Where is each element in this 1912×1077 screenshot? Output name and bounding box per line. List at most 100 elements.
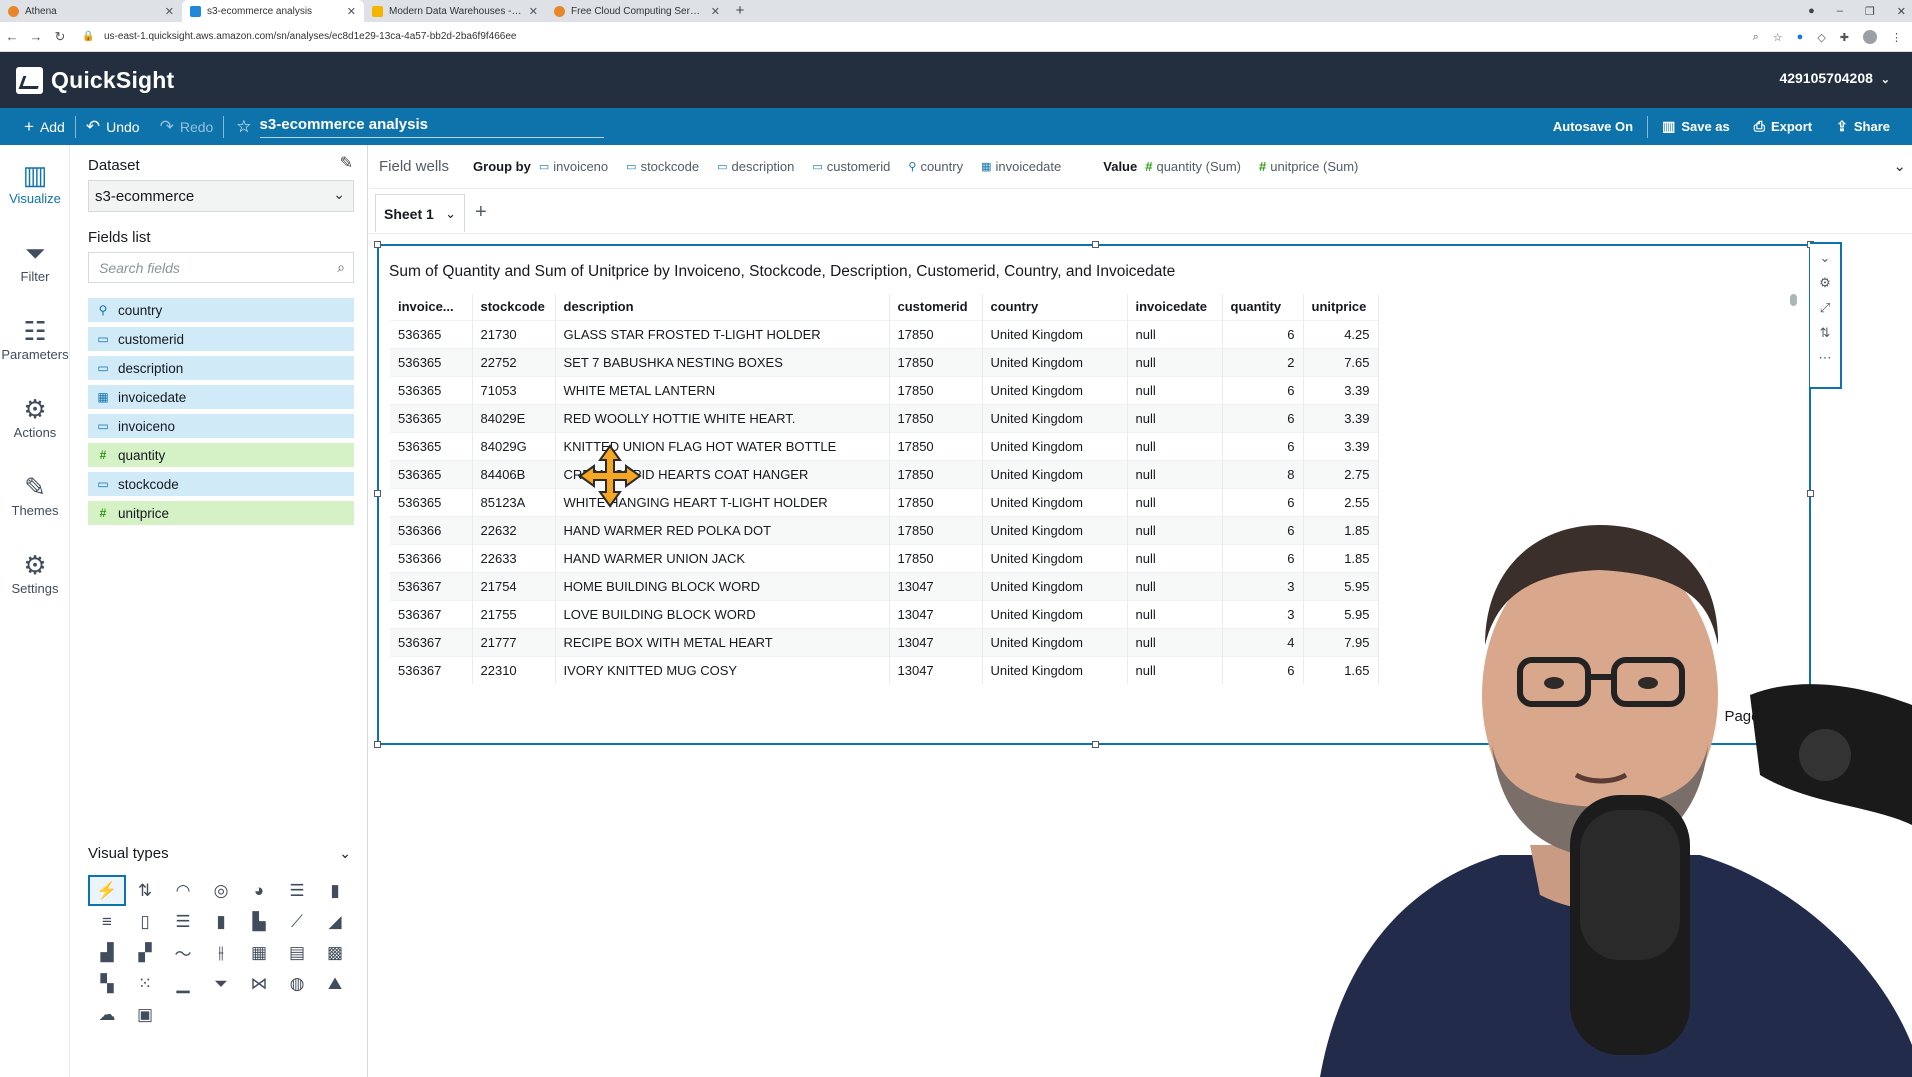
group-by-chip[interactable]: ▭ customerid xyxy=(812,159,890,174)
field-item-invoiceno[interactable]: ▭ invoiceno xyxy=(88,414,354,438)
table-row[interactable]: 536365 21730 GLASS STAR FROSTED T-LIGHT … xyxy=(390,319,1379,348)
column-header-description[interactable]: description xyxy=(555,294,890,320)
group-by-chip[interactable]: ▭ stockcode xyxy=(626,159,699,174)
kpi-icon[interactable]: ⇅ xyxy=(126,875,164,906)
column-header-unitprice[interactable]: unitprice xyxy=(1303,294,1379,320)
close-tab-icon[interactable]: ✕ xyxy=(165,5,174,18)
zoom-icon[interactable]: ⌕ xyxy=(1753,31,1759,44)
pencil-icon[interactable]: ✎ xyxy=(340,153,353,173)
chevron-down-icon[interactable]: ⌄ xyxy=(445,206,456,222)
insight-icon[interactable]: ▣ xyxy=(126,999,164,1030)
combo-chart-icon[interactable]: ▟ xyxy=(88,937,126,968)
field-item-unitprice[interactable]: # unitprice xyxy=(88,501,354,525)
lock-icon[interactable]: 🔒 xyxy=(82,31,94,42)
bookmark-star-icon[interactable]: ☆ xyxy=(1773,31,1783,44)
browser-menu-icon[interactable]: ⋮ xyxy=(1891,31,1902,44)
search-icon[interactable]: ⌕ xyxy=(337,259,345,276)
filled-map-icon[interactable]: ⛰ xyxy=(316,968,354,999)
collapse-chevron-icon[interactable]: ⌄ xyxy=(1820,250,1831,266)
table-row[interactable]: 536365 71053 WHITE METAL LANTERN 17850 U… xyxy=(390,375,1379,404)
field-item-invoicedate[interactable]: ▦ invoicedate xyxy=(88,385,354,409)
chevron-down-icon[interactable]: ⌄ xyxy=(1893,157,1906,175)
analysis-title-field[interactable]: s3-ecommerce analysis xyxy=(259,116,604,138)
browser-tab-docs[interactable]: Modern Data Warehouses - Goo ✕ xyxy=(364,0,546,22)
stacked-column-icon[interactable]: ▮ xyxy=(202,906,240,937)
field-item-description[interactable]: ▭ description xyxy=(88,356,354,380)
autograph-icon[interactable]: ⚡ xyxy=(88,875,126,906)
quicksight-logo-icon[interactable] xyxy=(16,66,43,94)
close-tab-icon[interactable]: ✕ xyxy=(711,5,720,18)
rail-item-parameters[interactable]: ☷ Parameters xyxy=(0,315,70,362)
add-button[interactable]: + Add xyxy=(14,108,75,145)
column-header-invoiceno[interactable]: invoice... xyxy=(390,294,473,320)
vertical-scrollbar[interactable] xyxy=(1790,294,1797,306)
table-row[interactable]: 536366 22632 HAND WARMER RED POLKA DOT 1… xyxy=(390,515,1379,544)
heat-map-icon[interactable]: ▩ xyxy=(316,937,354,968)
expand-icon[interactable]: ⤢ xyxy=(1820,300,1830,316)
value-chip[interactable]: # unitprice (Sum) xyxy=(1259,159,1358,174)
column-header-country[interactable]: country xyxy=(982,294,1128,320)
save-as-button[interactable]: ▥ Save as xyxy=(1652,108,1740,145)
histogram-icon[interactable]: ▁ xyxy=(164,968,202,999)
table-row[interactable]: 536367 21755 LOVE BUILDING BLOCK WORD 13… xyxy=(390,599,1379,628)
minimize-icon[interactable]: – xyxy=(1837,5,1843,17)
undo-button[interactable]: ↶ Undo xyxy=(76,108,150,145)
geo-map-icon[interactable]: ◍ xyxy=(278,968,316,999)
table-icon[interactable]: ▤ xyxy=(278,937,316,968)
field-item-stockcode[interactable]: ▭ stockcode xyxy=(88,472,354,496)
url-field[interactable]: us-east-1.quicksight.aws.amazon.com/sn/a… xyxy=(104,31,516,42)
close-tab-icon[interactable]: ✕ xyxy=(529,5,538,18)
table-row[interactable]: 536366 22633 HAND WARMER UNION JACK 1785… xyxy=(390,543,1379,572)
window-close-icon[interactable]: ✕ xyxy=(1897,5,1906,18)
chevron-down-icon[interactable]: ⌄ xyxy=(339,845,351,862)
puzzle-icon[interactable]: ✚ xyxy=(1840,31,1849,44)
visual-title[interactable]: Sum of Quantity and Sum of Unitprice by … xyxy=(389,263,1175,281)
extension-icon[interactable]: ● xyxy=(1797,31,1804,43)
profile-dot-icon[interactable]: ● xyxy=(1808,5,1815,17)
waterfall-icon[interactable]: ▙ xyxy=(240,906,278,937)
rail-item-settings[interactable]: ⚙ Settings xyxy=(0,549,70,596)
shield-icon[interactable]: ◇ xyxy=(1817,31,1825,44)
rail-item-themes[interactable]: ✎ Themes xyxy=(0,471,70,518)
table-row[interactable]: 536365 84406B CREAM CUPID HEARTS COAT HA… xyxy=(390,459,1379,488)
favorite-star-icon[interactable]: ☆ xyxy=(236,117,251,137)
donut-icon[interactable]: ◎ xyxy=(202,875,240,906)
table-row[interactable]: 536367 21777 RECIPE BOX WITH METAL HEART… xyxy=(390,627,1379,656)
table-row[interactable]: 536365 22752 SET 7 BABUSHKA NESTING BOXE… xyxy=(390,347,1379,376)
pivot-table-icon[interactable]: ▦ xyxy=(240,937,278,968)
rail-item-visualize[interactable]: ▥ Visualize xyxy=(0,159,70,206)
group-by-chip[interactable]: ▭ invoiceno xyxy=(539,159,608,174)
table-row[interactable]: 536365 85123A WHITE HANGING HEART T-LIGH… xyxy=(390,487,1379,516)
table-row[interactable]: 536367 22310 IVORY KNITTED MUG COSY 1304… xyxy=(390,655,1379,684)
field-item-country[interactable]: ⚲ country xyxy=(88,298,354,322)
resize-handle[interactable] xyxy=(374,241,381,248)
funnel-chart-icon[interactable]: ⏷ xyxy=(202,968,240,999)
export-button[interactable]: ⎙ Export xyxy=(1744,108,1822,145)
forward-icon[interactable]: → xyxy=(24,29,48,44)
browser-tab-aws[interactable]: Free Cloud Computing Services ✕ xyxy=(546,0,728,22)
restore-icon[interactable]: ❐ xyxy=(1865,5,1875,18)
back-icon[interactable]: ← xyxy=(0,29,24,44)
share-button[interactable]: ⇪ Share xyxy=(1826,108,1900,145)
table-row[interactable]: 536365 84029E RED WOOLLY HOTTIE WHITE HE… xyxy=(390,403,1379,432)
add-sheet-button[interactable]: + xyxy=(475,201,487,224)
tab-sheet-1[interactable]: Sheet 1 ⌄ xyxy=(375,194,465,232)
column-header-stockcode[interactable]: stockcode xyxy=(472,294,556,320)
rail-item-filter[interactable]: ⏷ Filter xyxy=(0,237,70,284)
column-header-customerid[interactable]: customerid xyxy=(889,294,983,320)
box-plot-icon[interactable]: ⫲ xyxy=(202,937,240,968)
resize-handle[interactable] xyxy=(374,741,381,748)
group-by-chip[interactable]: ⚲ country xyxy=(908,159,963,174)
clustered-column-icon[interactable]: ▯ xyxy=(126,906,164,937)
value-chip[interactable]: # quantity (Sum) xyxy=(1145,159,1241,174)
field-wells-label[interactable]: Field wells xyxy=(379,158,449,175)
resize-handle[interactable] xyxy=(374,490,381,497)
redo-button[interactable]: ↷ Redo xyxy=(150,108,224,145)
line-icon[interactable]: 〜 xyxy=(164,937,202,968)
more-options-icon[interactable]: ⋯ xyxy=(1819,350,1832,366)
new-tab-button[interactable]: + xyxy=(728,0,752,22)
table-row[interactable]: 536365 84029G KNITTED UNION FLAG HOT WAT… xyxy=(390,431,1379,460)
field-item-quantity[interactable]: # quantity xyxy=(88,443,354,467)
dataset-select[interactable]: s3-ecommerce ⌄ xyxy=(88,180,354,212)
vertical-bar-icon[interactable]: ▮ xyxy=(316,875,354,906)
